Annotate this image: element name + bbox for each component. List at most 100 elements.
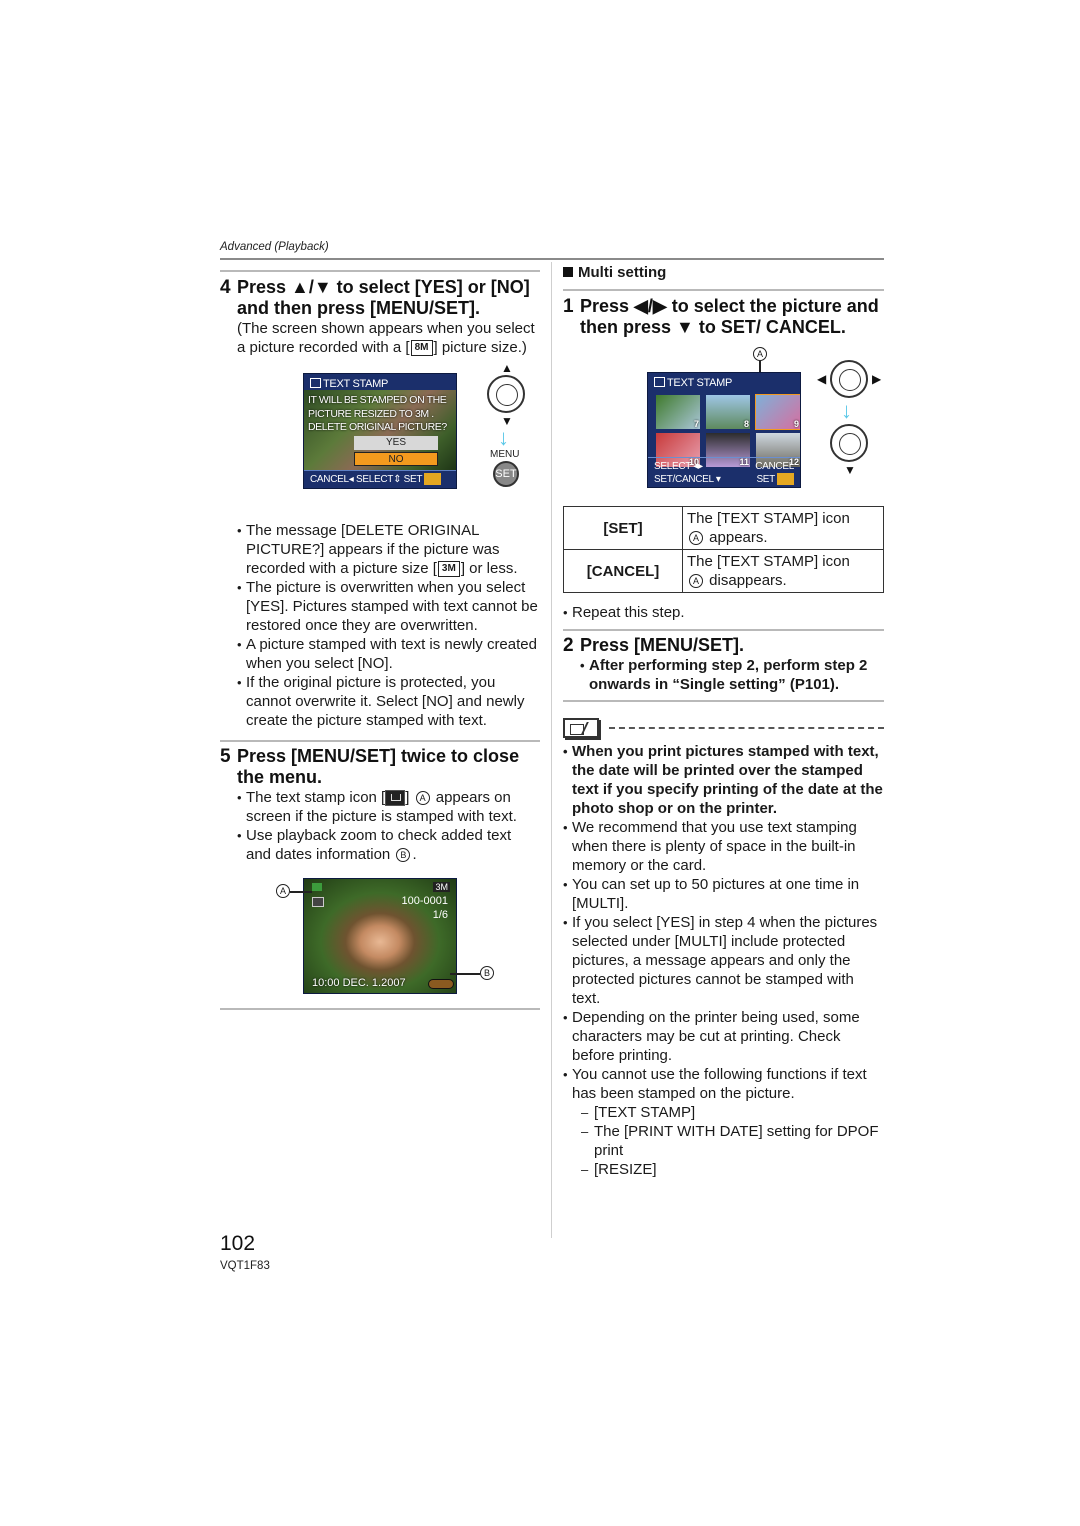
flow-arrow-icon: ↓ [498, 425, 509, 450]
message-line: PICTURE RESIZED TO 3M . [308, 407, 434, 420]
bullet-item: Repeat this step. [563, 603, 884, 622]
cursor-pad-icon[interactable] [487, 375, 525, 413]
restricted-functions-list: [TEXT STAMP] The [PRINT WITH DATE] setti… [572, 1103, 884, 1179]
thumb-number: 8 [743, 419, 749, 429]
step5-bullets: The text stamp icon [] A appears on scre… [220, 788, 540, 864]
menu-label: MENU [490, 449, 520, 460]
picture-size-3m-icon: 3M [437, 561, 460, 578]
value-text: The [TEXT STAMP] icon [687, 553, 850, 570]
callout-b: B [480, 966, 494, 980]
table-value: The [TEXT STAMP] icon A appears. [682, 506, 884, 550]
notes-list: We recommend that you use text stamping … [563, 818, 884, 1179]
notes-rule [563, 700, 884, 702]
screen-footer: SELECT ◂▸ CANCEL SET/CANCEL ▾ SET [648, 457, 800, 487]
cursor-pad-icon[interactable] [830, 360, 868, 398]
bullet-text: Use playback zoom to check added text an… [246, 827, 512, 863]
bullet-text: ] or less. [460, 560, 518, 577]
left-arrow-icon: ◀ [817, 372, 827, 386]
callout-a-icon: A [689, 574, 703, 589]
thumbnail-selected[interactable]: 9 [755, 394, 800, 430]
table-row: [CANCEL] The [TEXT STAMP] icon A disappea… [563, 549, 884, 593]
screen-message: IT WILL BE STAMPED ON THE PICTURE RESIZE… [308, 394, 447, 435]
step-number: 1 [563, 296, 574, 317]
bullet-text: You cannot use the following functions i… [572, 1066, 867, 1102]
thumbnail[interactable]: 8 [706, 395, 750, 429]
step-title: Press [MENU/SET] twice to close the menu… [237, 746, 520, 787]
value-text: The [TEXT STAMP] icon [687, 510, 850, 527]
menu-set-button[interactable]: SET [493, 461, 519, 487]
step5-rule [220, 740, 540, 742]
heading-text: Multi setting [578, 264, 667, 281]
thumb-number: 9 [793, 419, 799, 429]
play-mode-icon [312, 883, 322, 891]
notes-bold-list: When you print pictures stamped with tex… [563, 742, 884, 818]
cursor-pad-icon[interactable] [830, 424, 868, 462]
bullet-item: A picture stamped with text is newly cre… [237, 635, 540, 673]
footer-set-cancel: SET/CANCEL ▾ [654, 474, 721, 485]
set-cancel-table: [SET] The [TEXT STAMP] icon A appears. [C… [563, 506, 884, 593]
callout-b-icon: B [396, 848, 411, 863]
option-no-selected[interactable]: NO [354, 452, 438, 466]
table-key: [SET] [563, 506, 683, 550]
bullet-item: If the original picture is protected, yo… [237, 673, 540, 730]
date-time-stamp: 10:00 DEC. 1.2007 [312, 977, 406, 989]
bullet-item: The text stamp icon [] A appears on scre… [237, 788, 540, 826]
menu-set-icon [424, 473, 442, 486]
footer-cancel: CANCEL [755, 461, 794, 472]
value-text: disappears. [709, 572, 787, 589]
left-column: 4 Press ▲/▼ to select [YES] or [NO] and … [220, 270, 540, 1010]
footer-select: SELECT ◂▸ [654, 461, 703, 472]
memo-note-icon [563, 718, 599, 738]
camera-screen-playback: 3M 100-0001 1/6 10:00 DEC. 1.2007 [303, 878, 457, 994]
model-code: VQT1F83 [220, 1260, 270, 1272]
callout-b-line [450, 973, 480, 975]
bullet-item: Use playback zoom to check added text an… [237, 826, 540, 864]
page-number: 102 [220, 1232, 256, 1255]
table-value: The [TEXT STAMP] icon A disappears. [682, 549, 884, 593]
table-key: [CANCEL] [563, 549, 683, 593]
step5-heading: 5 Press [MENU/SET] twice to close the me… [220, 746, 540, 788]
callout-a-icon: A [689, 531, 703, 546]
screen-title: TEXT STAMP [310, 378, 388, 390]
bullet-item: If you select [YES] in step 4 when the p… [563, 913, 884, 1008]
step-number: 4 [220, 277, 231, 298]
bullet-item: The message [DELETE ORIGINAL PICTURE?] a… [237, 521, 540, 578]
step2-bullets: After performing step 2, perform step 2 … [563, 656, 884, 694]
dash-item: [RESIZE] [581, 1160, 884, 1179]
table-row: [SET] The [TEXT STAMP] icon A appears. [563, 506, 884, 550]
option-yes[interactable]: YES [354, 436, 438, 450]
bullet-item: We recommend that you use text stamping … [563, 818, 884, 875]
bullet-text: The text stamp icon [ [246, 789, 386, 806]
screen-footer: CANCEL◂ SELECT⇕ SET [304, 470, 456, 488]
size-badge: 3M [433, 882, 450, 892]
left-bottom-rule [220, 1008, 540, 1010]
header-rule [220, 258, 884, 260]
dashed-divider [609, 727, 884, 729]
callout-a-icon: A [415, 791, 430, 806]
picture-size-8m-icon: 8M [410, 340, 433, 357]
step4-bullets: The message [DELETE ORIGINAL PICTURE?] a… [220, 521, 540, 730]
bullet-item: After performing step 2, perform step 2 … [580, 656, 884, 694]
step1-rule [563, 289, 884, 291]
bullet-item: When you print pictures stamped with tex… [563, 742, 884, 818]
value-text: appears. [709, 529, 768, 546]
up-arrow-icon: ▲ [501, 361, 513, 375]
step-title: Press ◀/▶ to select the picture and then… [580, 296, 879, 337]
playback-illustration: 3M 100-0001 1/6 10:00 DEC. 1.2007 A B [220, 864, 540, 1004]
step-title: Press ▲/▼ to select [YES] or [NO] and th… [237, 277, 530, 318]
note-text: ] picture size.) [433, 339, 527, 356]
thumbnail[interactable]: 7 [656, 395, 700, 429]
picture-count: 1/6 [432, 909, 448, 921]
flow-arrow-icon: ↓ [841, 398, 852, 423]
callout-a: A [753, 347, 767, 361]
bullet-text: ] [405, 789, 414, 806]
dash-item: The [PRINT WITH DATE] setting for DPOF p… [581, 1122, 884, 1160]
step-title: Press [MENU/SET]. [580, 635, 745, 655]
thumb-number: 7 [693, 419, 699, 429]
camera-screen-multi: TEXT STAMP 7 8 9 10 11 12 SELECT ◂▸ CANCE… [647, 372, 801, 488]
bullet-item: The picture is overwritten when you sele… [237, 578, 540, 635]
step4-rule [220, 270, 540, 272]
multi-setting-heading: Multi setting [563, 263, 884, 283]
step4-heading: 4 Press ▲/▼ to select [YES] or [NO] and … [220, 277, 540, 319]
square-bullet-icon [563, 267, 573, 277]
